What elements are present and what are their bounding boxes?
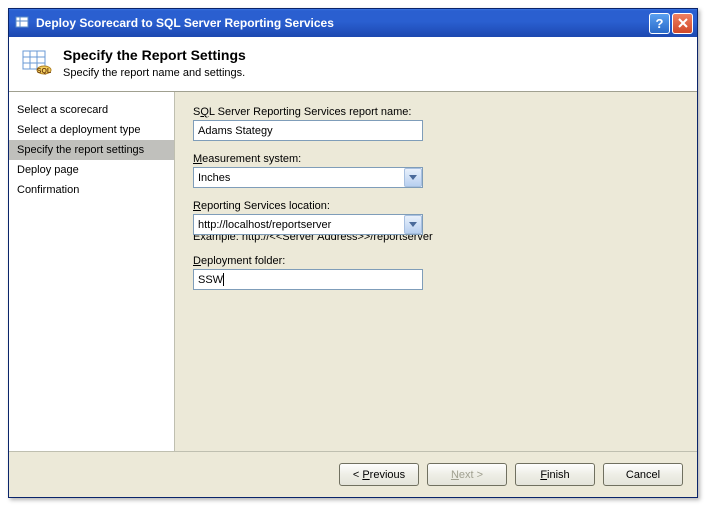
wizard-header: SQL Specify the Report Settings Specify … bbox=[9, 37, 697, 92]
header-subtitle: Specify the report name and settings. bbox=[63, 67, 246, 79]
step-deploy-page[interactable]: Deploy page bbox=[9, 160, 174, 180]
step-select-scorecard[interactable]: Select a scorecard bbox=[9, 100, 174, 120]
folder-input[interactable]: SSW bbox=[193, 269, 423, 290]
step-select-deployment-type[interactable]: Select a deployment type bbox=[9, 120, 174, 140]
previous-button[interactable]: < Previous bbox=[339, 463, 419, 486]
report-name-label: SQL Server Reporting Services report nam… bbox=[193, 106, 679, 118]
folder-label: Deployment folder: bbox=[193, 255, 679, 267]
wizard-body: Select a scorecard Select a deployment t… bbox=[9, 92, 697, 451]
text-caret bbox=[223, 273, 224, 286]
location-label: Reporting Services location: bbox=[193, 200, 679, 212]
app-icon bbox=[15, 15, 31, 31]
location-combobox[interactable] bbox=[193, 214, 423, 235]
help-button[interactable]: ? bbox=[649, 13, 670, 34]
window-title: Deploy Scorecard to SQL Server Reporting… bbox=[36, 16, 649, 30]
svg-text:SQL: SQL bbox=[37, 68, 52, 75]
finish-button[interactable]: Finish bbox=[515, 463, 595, 486]
location-dropdown-button[interactable] bbox=[404, 215, 422, 234]
header-title: Specify the Report Settings bbox=[63, 47, 246, 63]
form-panel: SQL Server Reporting Services report nam… bbox=[175, 92, 697, 451]
header-icon: SQL bbox=[21, 47, 53, 79]
next-button: Next > bbox=[427, 463, 507, 486]
step-confirmation[interactable]: Confirmation bbox=[9, 180, 174, 200]
wizard-window: Deploy Scorecard to SQL Server Reporting… bbox=[8, 8, 698, 498]
wizard-steps-sidebar: Select a scorecard Select a deployment t… bbox=[9, 92, 175, 451]
report-name-input[interactable] bbox=[193, 120, 423, 141]
chevron-down-icon bbox=[409, 175, 417, 180]
close-button[interactable] bbox=[672, 13, 693, 34]
step-specify-report-settings[interactable]: Specify the report settings bbox=[9, 140, 174, 160]
titlebar: Deploy Scorecard to SQL Server Reporting… bbox=[9, 9, 697, 37]
wizard-footer: < Previous Next > Finish Cancel bbox=[9, 451, 697, 497]
cancel-button[interactable]: Cancel bbox=[603, 463, 683, 486]
measurement-label: Measurement system: bbox=[193, 153, 679, 165]
measurement-dropdown-button[interactable] bbox=[404, 168, 422, 187]
chevron-down-icon bbox=[409, 222, 417, 227]
measurement-select[interactable] bbox=[193, 167, 423, 188]
